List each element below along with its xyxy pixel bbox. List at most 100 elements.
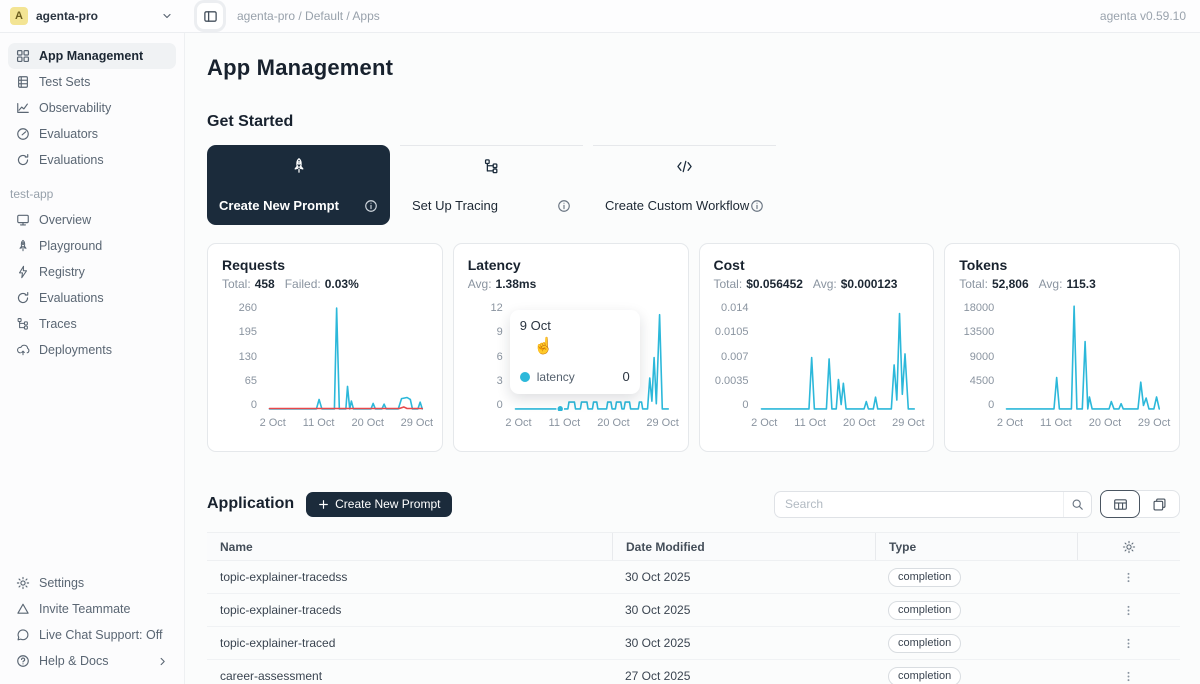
sidebar-collapse-button[interactable]: [197, 3, 223, 29]
y-tick-label: 0: [742, 400, 748, 411]
sidebar-item-label: Invite Teammate: [39, 602, 130, 616]
sidebar-item-traces[interactable]: Traces: [8, 311, 176, 337]
stat-value: 52,806: [992, 277, 1029, 291]
refresh-icon: [16, 153, 30, 167]
y-tick-label: 0: [251, 400, 257, 411]
y-tick-label: 4500: [970, 376, 994, 387]
tokens-line-chart: [1001, 303, 1165, 411]
chart-title: Tokens: [959, 257, 1165, 273]
y-tick-label: 3: [497, 376, 503, 387]
table-row[interactable]: career-assessment 27 Oct 2025 completion: [207, 660, 1180, 684]
application-header: Application Create New Prompt: [207, 490, 1180, 518]
type-badge: completion: [888, 667, 961, 684]
sidebar-item-test-sets[interactable]: Test Sets: [8, 69, 176, 95]
x-tick-label: 2 Oct: [260, 417, 286, 429]
app-name: topic-explainer-traced: [207, 636, 612, 650]
type-badge: completion: [888, 634, 961, 653]
page-title: App Management: [207, 55, 1180, 81]
sidebar-item-label: Help & Docs: [39, 654, 108, 668]
card-view-button[interactable]: [1139, 490, 1179, 518]
table-row[interactable]: topic-explainer-tracedss 30 Oct 2025 com…: [207, 561, 1180, 594]
info-icon[interactable]: [364, 199, 378, 213]
create-custom-workflow-card[interactable]: Create Custom Workflow: [593, 145, 776, 225]
table-row[interactable]: topic-explainer-traceds 30 Oct 2025 comp…: [207, 594, 1180, 627]
info-icon[interactable]: [750, 199, 764, 213]
main-content: App Management Get Started Create New Pr…: [185, 33, 1200, 684]
chart-title: Requests: [222, 257, 428, 273]
y-tick-label: 0.014: [721, 303, 749, 314]
sidebar-bottom: Settings Invite Teammate Live Chat Suppo…: [8, 570, 176, 674]
sidebar-item-registry[interactable]: Registry: [8, 259, 176, 285]
column-header-name[interactable]: Name: [207, 533, 612, 560]
row-actions-button[interactable]: [1118, 567, 1139, 588]
sidebar-item-playground[interactable]: Playground: [8, 233, 176, 259]
table-row[interactable]: topic-explainer-traced 30 Oct 2025 compl…: [207, 627, 1180, 660]
stat-cards: Requests Total:458 Failed:0.03% 26019513…: [207, 243, 1180, 452]
card-label: Create New Prompt: [219, 198, 339, 213]
create-new-prompt-card[interactable]: Create New Prompt: [207, 145, 390, 225]
info-icon[interactable]: [557, 199, 571, 213]
y-axis-labels: 260195130650: [222, 303, 264, 411]
get-started-cards: Create New Prompt Set Up Tracing Create …: [207, 145, 1180, 225]
search-input[interactable]: [775, 497, 1063, 511]
search-icon[interactable]: [1063, 492, 1091, 517]
chart-title: Cost: [714, 257, 920, 273]
sidebar-item-overview[interactable]: Overview: [8, 207, 176, 233]
sidebar-item-help-docs[interactable]: Help & Docs: [8, 648, 176, 674]
date-modified: 30 Oct 2025: [612, 636, 875, 650]
sidebar-item-live-chat[interactable]: Live Chat Support: Off: [8, 622, 176, 648]
plus-icon: [318, 499, 329, 510]
requests-chart-card: Requests Total:458 Failed:0.03% 26019513…: [207, 243, 443, 452]
workspace-switcher[interactable]: A agenta-pro: [0, 7, 185, 25]
sidebar-item-evaluations-app[interactable]: Evaluations: [8, 285, 176, 311]
sidebar-item-observability[interactable]: Observability: [8, 95, 176, 121]
sidebar-item-invite-teammate[interactable]: Invite Teammate: [8, 596, 176, 622]
row-actions-button[interactable]: [1118, 666, 1139, 684]
cloud-icon: [16, 343, 30, 357]
y-tick-label: 9000: [970, 352, 994, 363]
topbar: A agenta-pro agenta-pro / Default / Apps…: [0, 0, 1200, 33]
row-actions-button[interactable]: [1118, 600, 1139, 621]
y-tick-label: 9: [497, 327, 503, 338]
y-tick-label: 195: [239, 327, 257, 338]
y-tick-label: 12: [491, 303, 503, 314]
cost-series-line: [761, 313, 914, 408]
column-header-date-modified[interactable]: Date Modified: [612, 533, 875, 560]
gear-icon: [1122, 540, 1136, 554]
breadcrumb[interactable]: agenta-pro / Default / Apps: [237, 9, 380, 23]
table-view-button[interactable]: [1100, 490, 1140, 518]
sidebar-item-settings[interactable]: Settings: [8, 570, 176, 596]
application-title: Application: [207, 495, 294, 513]
x-tick-label: 11 Oct: [1040, 417, 1072, 429]
y-axis-labels: 1800013500900045000: [959, 303, 1001, 411]
tokens-series-line: [1007, 306, 1160, 409]
sidebar-item-evaluators[interactable]: Evaluators: [8, 121, 176, 147]
sidebar-item-deployments[interactable]: Deployments: [8, 337, 176, 363]
sidebar-item-label: Evaluators: [39, 127, 98, 141]
row-actions-button[interactable]: [1118, 633, 1139, 654]
date-modified: 30 Oct 2025: [612, 570, 875, 584]
tooltip-date: 9 Oct: [520, 318, 630, 333]
column-header-type[interactable]: Type: [875, 533, 1077, 560]
chart-tooltip: 9 Oct ☝ latency 0: [510, 310, 640, 394]
set-up-tracing-card[interactable]: Set Up Tracing: [400, 145, 583, 225]
y-tick-label: 6: [497, 352, 503, 363]
success-series-line: [269, 308, 422, 409]
x-tick-label: 20 Oct: [1089, 417, 1121, 429]
sidebar-item-label: Observability: [39, 101, 111, 115]
stat-value: 458: [255, 277, 275, 291]
x-axis-labels: 2 Oct11 Oct20 Oct29 Oct: [756, 417, 920, 435]
stat-label: Total:: [222, 277, 251, 291]
active-point-marker: [557, 405, 564, 411]
card-label: Set Up Tracing: [412, 198, 498, 213]
sidebar-item-app-management[interactable]: App Management: [8, 43, 176, 69]
stat-value: 1.38ms: [496, 277, 537, 291]
y-tick-label: 260: [239, 303, 257, 314]
column-settings-button[interactable]: [1077, 533, 1180, 560]
rocket-icon: [219, 157, 378, 175]
sidebar-item-evaluations[interactable]: Evaluations: [8, 147, 176, 173]
code-icon: [605, 158, 764, 175]
create-new-prompt-button[interactable]: Create New Prompt: [306, 492, 452, 517]
y-tick-label: 0.007: [721, 352, 749, 363]
y-tick-label: 0.0035: [715, 376, 749, 387]
